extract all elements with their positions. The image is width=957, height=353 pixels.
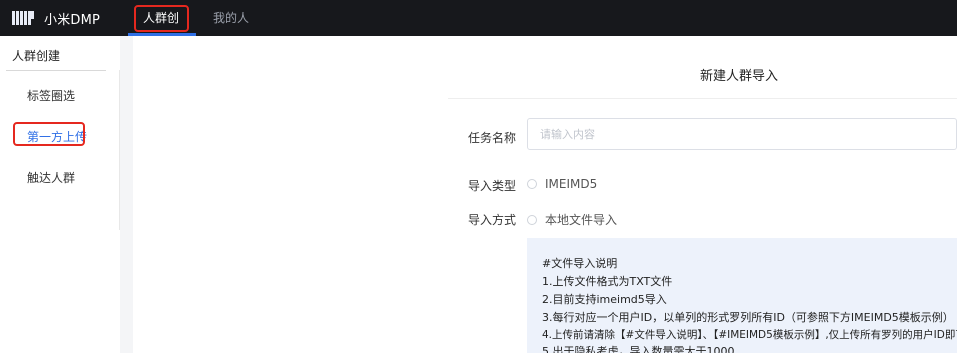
- main-panel: 新建人群导入 任务名称 导入类型 IMEIMD5 导入方式 本地文件导入 #文件…: [133, 36, 957, 353]
- title-divider: [448, 98, 957, 99]
- import-instructions-box: #文件导入说明 1.上传文件格式为TXT文件 2.目前支持imeimd5导入 3…: [527, 238, 957, 353]
- top-nav-bar: 小米DMP 人群创建 我的人群: [0, 0, 957, 61]
- nav-tab-create-audience[interactable]: 人群创建: [140, 0, 182, 61]
- import-method-label: 导入方式: [468, 213, 517, 227]
- sidebar-item-label: 第一方上传: [27, 130, 88, 144]
- import-method-radio[interactable]: 本地文件导入: [527, 211, 617, 228]
- radio-circle-icon[interactable]: [527, 214, 537, 225]
- app-name: 小米DMP: [44, 12, 101, 28]
- nav-tab-my-audiences[interactable]: 我的人群: [211, 0, 251, 61]
- instruction-line: 5.出于隐私考虑，导入数量需大于1000: [542, 345, 735, 353]
- import-type-label: 导入类型: [468, 179, 517, 193]
- instruction-line: #文件导入说明: [542, 257, 618, 270]
- task-name-label: 任务名称: [468, 131, 517, 145]
- sidebar-item-label: 标签圈选: [27, 89, 76, 103]
- sidebar-item-reached-audience[interactable]: 触达人群: [27, 169, 87, 186]
- instruction-line: 3.每行对应一个用户ID，以单列的形式罗列所有ID（可参照下方IMEIMD5模板…: [542, 311, 954, 324]
- sidebar-item-label: 触达人群: [27, 171, 76, 185]
- sidebar-divider: [6, 70, 106, 71]
- sidebar-item-tag-selection[interactable]: 标签圈选: [27, 87, 87, 104]
- import-method-option-label: 本地文件导入: [545, 213, 618, 227]
- radio-circle-icon[interactable]: [527, 179, 537, 189]
- instruction-line: 2.目前支持imeimd5导入: [542, 293, 667, 306]
- task-name-input[interactable]: [527, 118, 957, 150]
- import-type-option-label: IMEIMD5: [545, 177, 598, 191]
- page-title: 新建人群导入: [700, 69, 779, 84]
- sidebar-item-first-party-upload[interactable]: 第一方上传: [27, 128, 87, 145]
- sidebar-separator: [119, 70, 120, 230]
- import-type-radio[interactable]: IMEIMD5: [527, 177, 597, 191]
- dmp-logo-icon: [12, 11, 34, 25]
- app-logo[interactable]: 小米DMP: [12, 11, 101, 28]
- sidebar: 人群创建 标签圈选 第一方上传 触达人群: [0, 36, 120, 353]
- instruction-line: 1.上传文件格式为TXT文件: [542, 275, 673, 288]
- sidebar-title: 人群创建: [12, 49, 61, 63]
- instruction-line: 4.上传前请清除【#文件导入说明】、【#IMEIMD5模板示例】,仅上传所有罗列…: [542, 329, 957, 341]
